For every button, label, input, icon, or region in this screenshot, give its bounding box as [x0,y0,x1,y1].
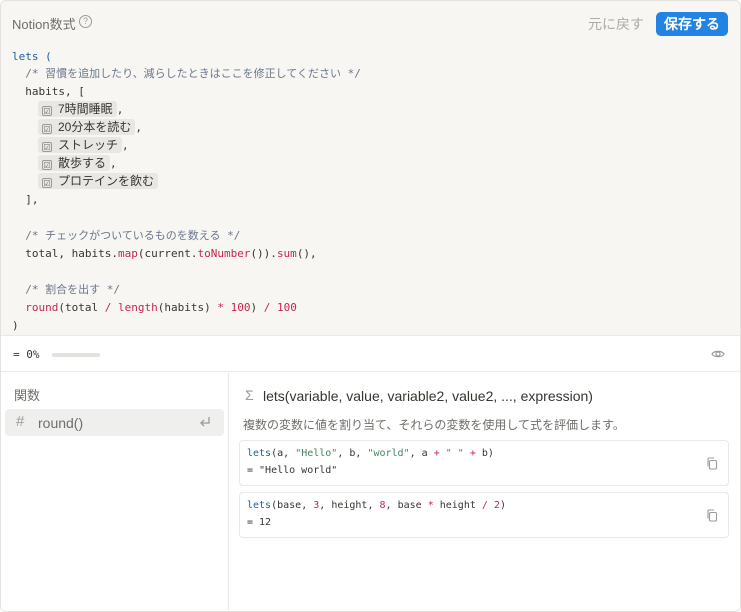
code-line: ], [12,193,39,206]
example-card: lets(a, "Hello", b, "world", a + " " + b… [239,440,729,486]
example-card: lets(base, 3, height, 8, base * height /… [239,492,729,538]
habit-label: ストレッチ [58,138,119,152]
code-text: ()). [250,247,277,260]
code-comment: /* 習慣を追加したり、減らしたときはここを修正してください */ [12,67,361,80]
habit-row: ☑ プロテインを飲む [38,173,159,191]
code-string: "Hello" [295,448,338,459]
checkbox-icon: ☑ [42,178,52,188]
formula-header: Notion数式 ? 元に戻す 保存する [1,1,740,43]
formula-editor-panel: Notion数式 ? 元に戻す 保存する lets ( /* 習慣を追加したり、… [0,0,741,612]
help-icon[interactable]: ? [79,15,92,28]
hash-icon: # [16,413,25,430]
example-result: = 12 [247,517,272,528]
code-text: (a, [271,448,296,459]
habit-chip[interactable]: ☑ 散歩する [38,155,111,171]
code-text: , height, [319,500,380,511]
habit-label: 20分本を読む [58,120,132,134]
code-text: (total [58,301,105,314]
formula-title: Notion数式 [12,17,76,32]
formula-code-editor[interactable]: lets ( /* 習慣を追加したり、減らしたときはここを修正してください */… [1,43,740,335]
sidebar-heading: 関数 [14,388,41,403]
eye-icon[interactable] [711,348,725,360]
example-result: = "Hello world" [247,465,338,476]
checkbox-icon: ☑ [42,142,52,152]
code-string: "world" [367,448,410,459]
habit-label: 散歩する [58,156,107,170]
habit-chip[interactable]: ☑ 20分本を読む [38,119,136,135]
checkbox-icon: ☑ [42,106,52,116]
code-line: ) [12,319,19,332]
code-line: total, habits.map(current.toNumber()).su… [12,245,317,263]
code-text: , b, [337,448,368,459]
code-comment: /* 割合を出す */ [12,283,120,296]
code-number: 100 [276,301,297,314]
checkbox-icon: ☑ [42,160,52,170]
habit-chip[interactable]: ☑ プロテインを飲む [38,173,159,189]
save-button[interactable]: 保存する [656,12,728,36]
function-signature: lets(variable, value, variable2, value2,… [263,388,593,404]
code-function: toNumber [197,247,251,260]
copy-icon[interactable] [706,457,718,470]
separator: , [122,139,129,152]
separator: , [110,157,117,170]
enter-icon [200,417,210,427]
sidebar-item-label: round() [38,415,84,431]
code-text: (), [296,247,317,260]
result-value: = 0% [13,348,40,361]
progress-bar [52,353,100,357]
code-function: round [25,301,59,314]
habit-row: ☑ 20分本を読む, [38,119,142,137]
code-text: , a [409,448,434,459]
separator: , [116,103,124,116]
code-text: height [433,500,482,511]
function-doc: Σ lets(variable, value, variable2, value… [229,373,740,611]
result-bar: = 0% [1,335,740,372]
code-function: length [117,301,158,314]
revert-button[interactable]: 元に戻す [588,14,644,34]
habit-chip[interactable]: ☑ 7時間睡眠 [38,101,117,117]
code-text: (base, [271,500,314,511]
habit-chip[interactable]: ☑ ストレッチ [38,137,123,153]
code-function: map [117,247,138,260]
code-string: " " [445,448,464,459]
code-text: b) [475,448,494,459]
code-text: ) [250,301,264,314]
copy-icon[interactable] [706,509,718,522]
habit-row: ☑ ストレッチ, [38,137,129,155]
code-operator: * [217,301,224,314]
code-text: total, habits. [12,247,118,260]
sidebar-item-round[interactable]: # round() [5,409,224,436]
code-function: lets [247,448,272,459]
code-text: , base [385,500,428,511]
code-line: round(total / length(habits) * 100) / 10… [12,299,297,317]
habit-label: プロテインを飲む [58,174,155,188]
code-text: ) [499,500,507,511]
code-text: (habits) [157,301,218,314]
example-code: lets(base, 3, height, 8, base * height /… [247,500,506,511]
functions-sidebar: 関数 # round() [1,373,229,611]
habit-row: ☑ 7時間睡眠, [38,101,123,119]
code-comment: /* チェックがついているものを数える */ [12,229,241,242]
separator: , [135,121,142,134]
code-line: habits, [ [12,85,85,98]
example-code: lets(a, "Hello", b, "world", a + " " + b… [247,448,494,459]
code-line: lets ( [12,50,52,63]
code-number: 100 [230,301,251,314]
code-text: (current. [137,247,198,260]
code-function: lets [247,500,272,511]
habit-label: 7時間睡眠 [58,102,113,116]
sigma-icon: Σ [245,387,254,403]
habit-row: ☑ 散歩する, [38,155,117,173]
checkbox-icon: ☑ [42,124,52,134]
code-function: sum [276,247,297,260]
function-description: 複数の変数に値を割り当て、それらの変数を使用して式を評価します。 [243,418,625,432]
